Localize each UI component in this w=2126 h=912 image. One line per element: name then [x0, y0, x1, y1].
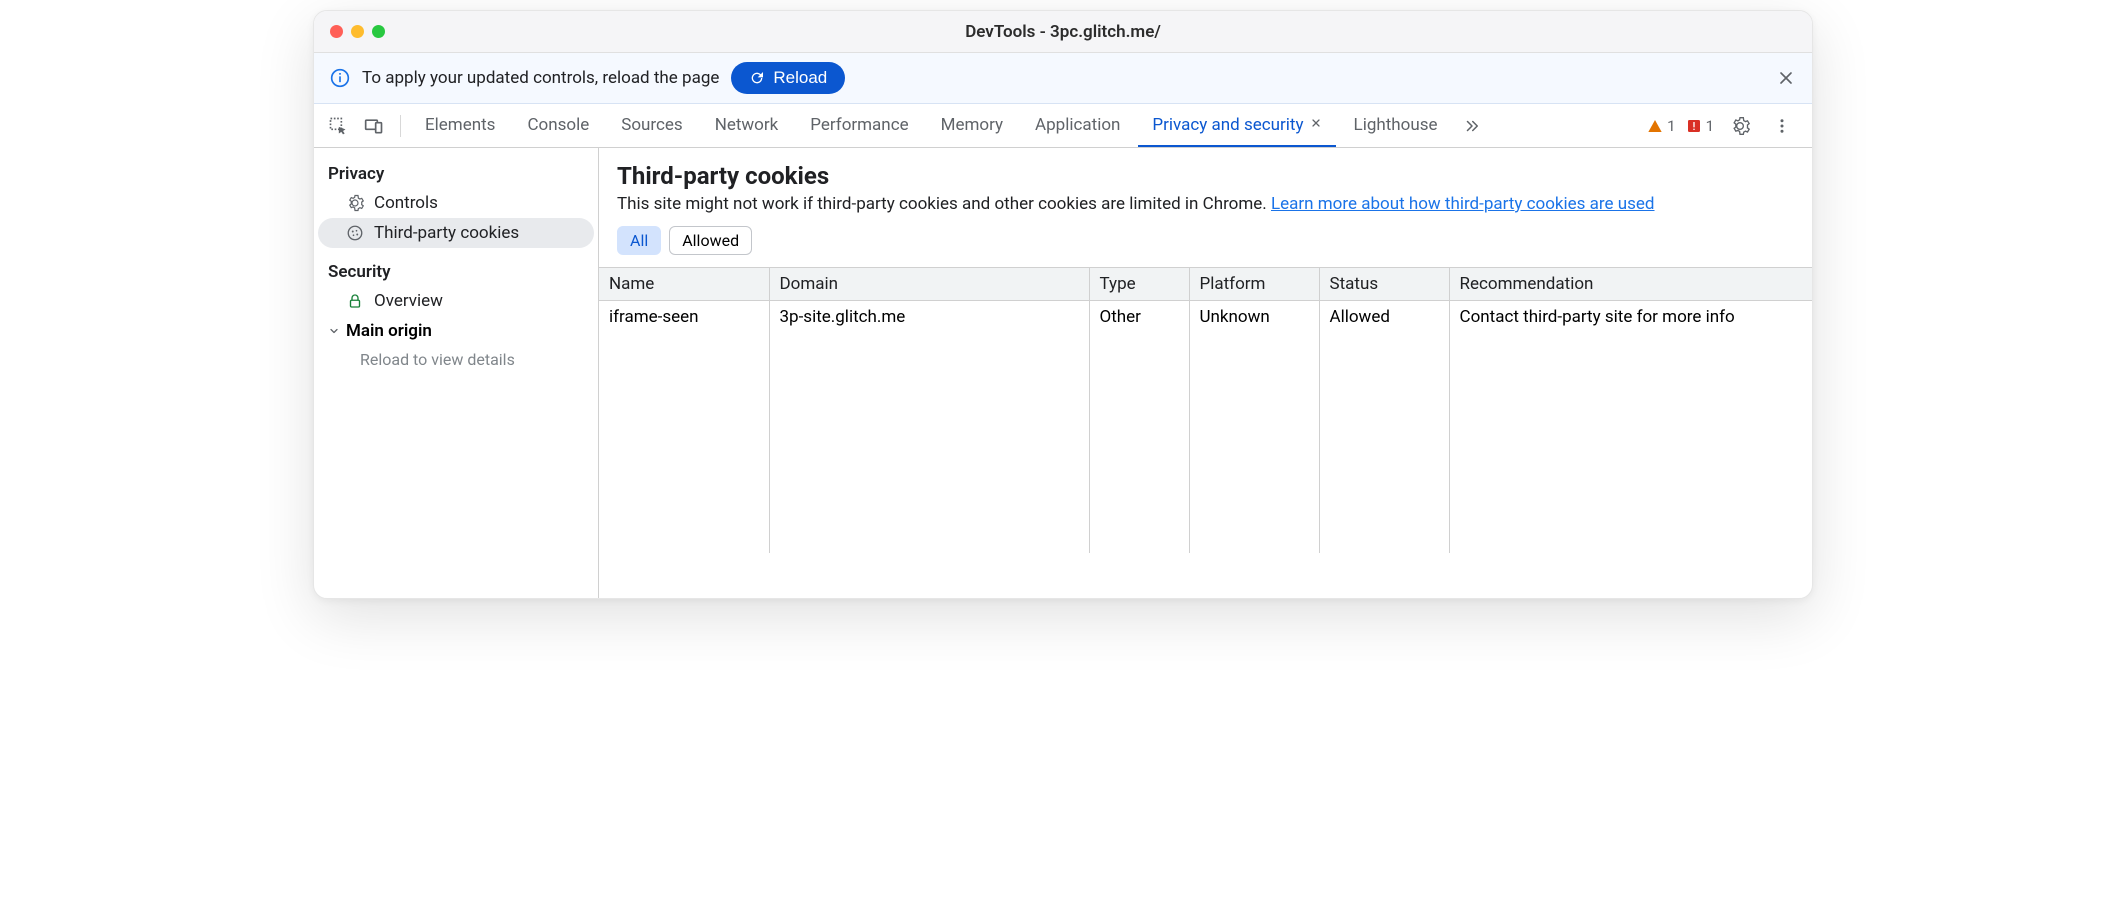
info-icon: [330, 68, 350, 88]
window-zoom-button[interactable]: [372, 25, 385, 38]
cell-name: iframe-seen: [599, 301, 769, 334]
gear-icon: [346, 194, 364, 212]
learn-more-link[interactable]: Learn more about how third-party cookies…: [1271, 194, 1655, 214]
warnings-indicator[interactable]: 1: [1647, 117, 1675, 135]
reload-infobar: To apply your updated controls, reload t…: [314, 53, 1812, 104]
cookie-icon: [346, 224, 364, 242]
issues-indicator[interactable]: 1: [1686, 117, 1714, 135]
reload-icon: [749, 70, 765, 86]
filter-row: All Allowed: [617, 226, 1794, 255]
tab-sources[interactable]: Sources: [607, 105, 696, 147]
traffic-lights: [330, 25, 385, 38]
issues-count: 1: [1706, 117, 1714, 135]
more-menu-button[interactable]: [1766, 110, 1798, 142]
content-description: This site might not work if third-party …: [617, 194, 1794, 214]
issue-icon: [1686, 118, 1702, 134]
more-tabs-button[interactable]: [1456, 110, 1488, 142]
inspect-icon: [328, 116, 348, 136]
chevron-double-right-icon: [1463, 117, 1481, 135]
sidebar-item-label: Overview: [374, 291, 443, 311]
settings-button[interactable]: [1724, 110, 1756, 142]
filter-chip-all[interactable]: All: [617, 226, 661, 255]
window-minimize-button[interactable]: [351, 25, 364, 38]
devtools-window: DevTools - 3pc.glitch.me/ To apply your …: [313, 10, 1813, 599]
cookies-table-wrap[interactable]: Name Domain Type Platform Status Recomme…: [599, 267, 1812, 598]
content-panel: Third-party cookies This site might not …: [599, 148, 1812, 598]
sidebar-heading-privacy: Privacy: [318, 160, 594, 188]
table-row[interactable]: iframe-seen 3p-site.glitch.me Other Unkn…: [599, 301, 1812, 334]
warning-icon: [1647, 118, 1663, 134]
tab-console[interactable]: Console: [513, 105, 603, 147]
inspect-element-button[interactable]: [322, 110, 354, 142]
window-title: DevTools - 3pc.glitch.me/: [314, 22, 1812, 42]
tab-privacy-and-security[interactable]: Privacy and security: [1138, 105, 1335, 147]
window-titlebar: DevTools - 3pc.glitch.me/: [314, 11, 1812, 53]
close-infobar-button[interactable]: [1776, 68, 1796, 88]
cell-status: Allowed: [1319, 301, 1449, 334]
sidebar-item-controls[interactable]: Controls: [318, 188, 594, 218]
tab-performance[interactable]: Performance: [796, 105, 922, 147]
sidebar-item-main-origin[interactable]: Main origin: [318, 316, 594, 346]
sidebar-sub-reload-details: Reload to view details: [318, 346, 594, 373]
col-type[interactable]: Type: [1089, 268, 1189, 301]
divider: [400, 115, 401, 137]
kebab-icon: [1773, 117, 1791, 135]
cell-domain: 3p-site.glitch.me: [769, 301, 1089, 334]
sidebar-item-label: Third-party cookies: [374, 223, 519, 243]
tab-application[interactable]: Application: [1021, 105, 1134, 147]
col-domain[interactable]: Domain: [769, 268, 1089, 301]
cookies-table: Name Domain Type Platform Status Recomme…: [599, 268, 1812, 553]
cell-platform: Unknown: [1189, 301, 1319, 334]
filter-chip-allowed[interactable]: Allowed: [669, 226, 752, 255]
gear-icon: [1730, 116, 1750, 136]
sidebar-item-label: Main origin: [346, 321, 432, 341]
sidebar-item-third-party-cookies[interactable]: Third-party cookies: [318, 218, 594, 248]
window-close-button[interactable]: [330, 25, 343, 38]
cell-type: Other: [1089, 301, 1189, 334]
tab-network[interactable]: Network: [701, 105, 793, 147]
table-filler: [599, 333, 1812, 553]
close-tab-icon[interactable]: [1310, 117, 1322, 132]
infobar-message: To apply your updated controls, reload t…: [362, 68, 719, 88]
cell-recommendation: Contact third-party site for more info: [1449, 301, 1812, 334]
warnings-count: 1: [1667, 117, 1675, 135]
reload-button-label: Reload: [773, 68, 827, 88]
main-area: Privacy Controls Third-party cookies Sec…: [314, 148, 1812, 598]
tab-lighthouse[interactable]: Lighthouse: [1340, 105, 1452, 147]
tab-memory[interactable]: Memory: [927, 105, 1017, 147]
table-header-row: Name Domain Type Platform Status Recomme…: [599, 268, 1812, 301]
col-recommendation[interactable]: Recommendation: [1449, 268, 1812, 301]
panel-tabstrip: Elements Console Sources Network Perform…: [314, 104, 1812, 148]
content-title: Third-party cookies: [617, 162, 1794, 190]
sidebar-item-overview[interactable]: Overview: [318, 286, 594, 316]
sidebar-item-label: Controls: [374, 193, 438, 213]
lock-icon: [346, 292, 364, 310]
device-toolbar-button[interactable]: [358, 110, 390, 142]
sidebar-heading-security: Security: [318, 258, 594, 286]
sidebar: Privacy Controls Third-party cookies Sec…: [314, 148, 599, 598]
col-name[interactable]: Name: [599, 268, 769, 301]
tab-elements[interactable]: Elements: [411, 105, 509, 147]
col-platform[interactable]: Platform: [1189, 268, 1319, 301]
col-status[interactable]: Status: [1319, 268, 1449, 301]
chevron-down-icon: [328, 325, 340, 337]
reload-button[interactable]: Reload: [731, 62, 845, 94]
device-icon: [364, 116, 384, 136]
